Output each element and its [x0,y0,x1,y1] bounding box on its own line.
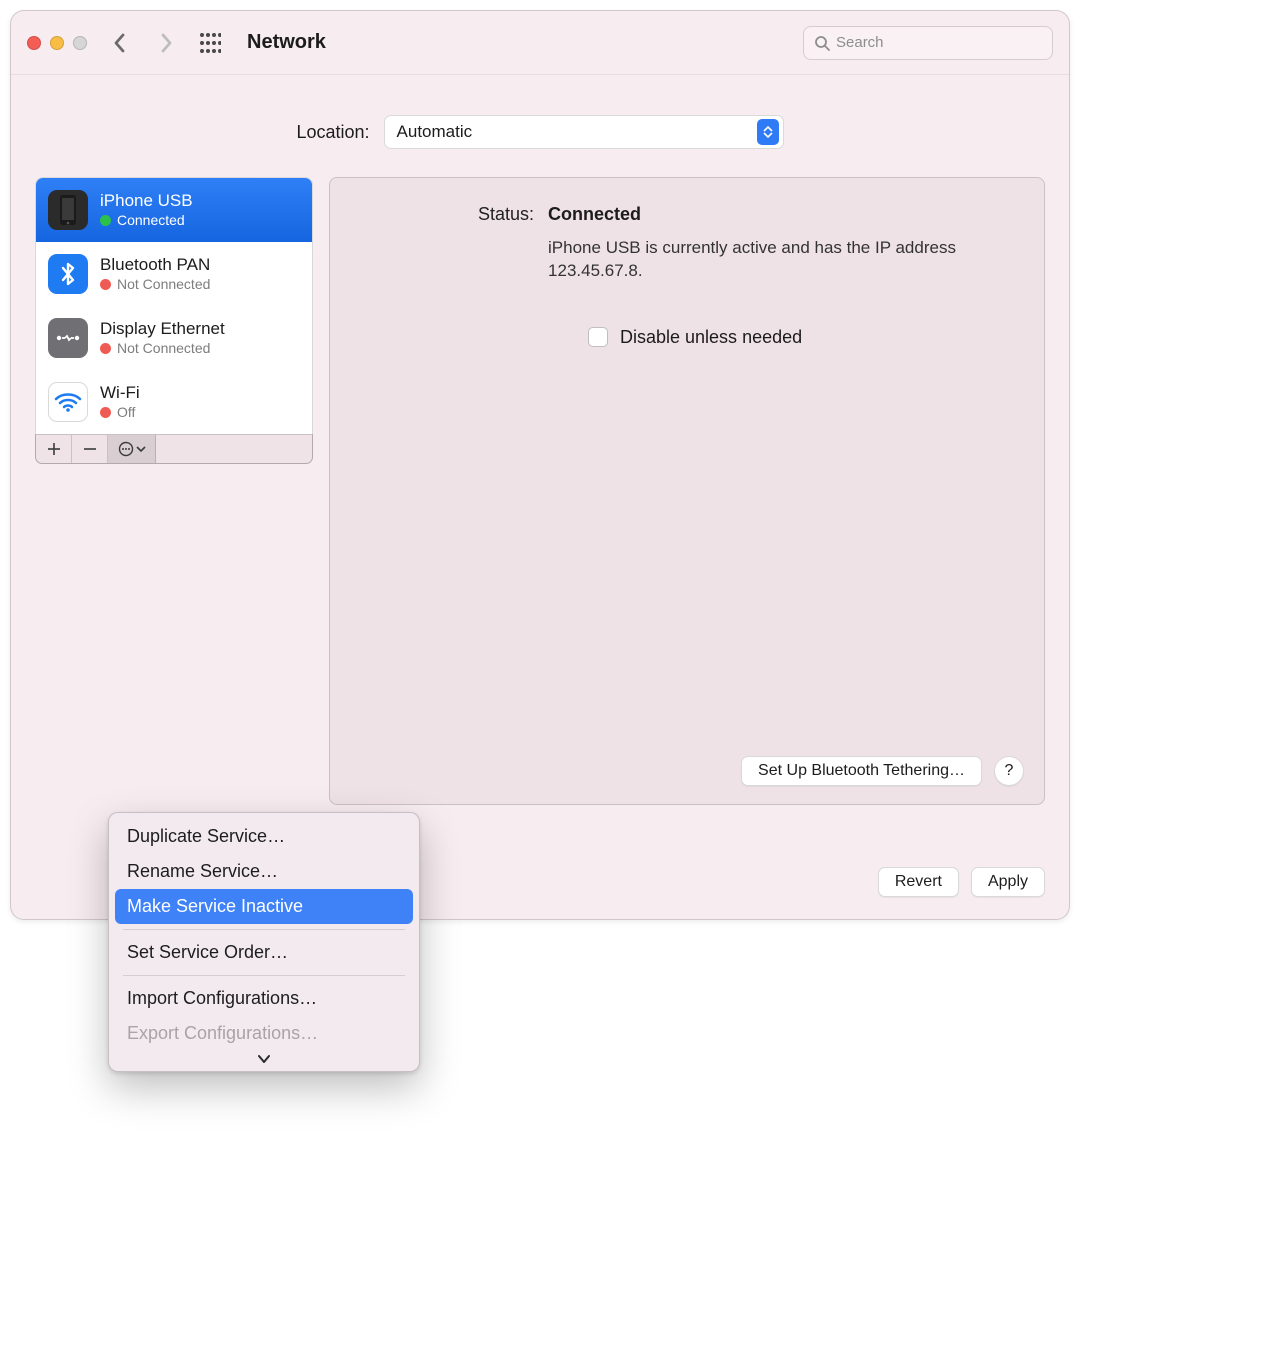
bluetooth-icon [48,254,88,294]
location-label: Location: [296,122,369,143]
help-button[interactable]: ? [994,756,1024,786]
disable-unless-needed-checkbox[interactable] [588,327,608,347]
service-detail-panel: Status: Connected iPhone USB is currentl… [329,177,1045,805]
zoom-icon [73,36,87,50]
service-list: iPhone USBConnectedBluetooth PANNot Conn… [35,177,313,434]
location-row: Location: Automatic [11,75,1069,177]
close-icon[interactable] [27,36,41,50]
menu-item-duplicate-service[interactable]: Duplicate Service… [115,819,413,854]
menu-separator [123,975,405,976]
disable-unless-needed-label: Disable unless needed [620,327,802,348]
status-label: Status: [478,204,534,283]
service-status: Not Connected [117,276,210,293]
setup-bluetooth-tethering-button[interactable]: Set Up Bluetooth Tethering… [741,756,982,786]
show-all-icon[interactable] [199,32,221,54]
titlebar: Network Search [11,11,1069,75]
menu-item-export-configurations: Export Configurations… [115,1016,413,1051]
service-name: Display Ethernet [100,319,225,339]
ethernet-icon [48,318,88,358]
status-description: iPhone USB is currently active and has t… [548,237,968,283]
menu-item-import-configurations[interactable]: Import Configurations… [115,981,413,1016]
search-placeholder: Search [836,34,884,51]
search-icon [814,35,830,51]
remove-service-button[interactable] [72,435,108,463]
service-item-bluetooth-pan[interactable]: Bluetooth PANNot Connected [36,242,312,306]
service-actions-menu: Duplicate Service…Rename Service…Make Se… [108,812,420,1072]
service-status: Not Connected [117,340,210,357]
search-input[interactable]: Search [803,26,1053,60]
window-footer: Revert Apply [878,867,1045,897]
service-item-display-ethernet[interactable]: Display EthernetNot Connected [36,306,312,370]
window-title: Network [247,31,326,54]
service-name: iPhone USB [100,191,193,211]
menu-separator [123,929,405,930]
service-status: Off [117,404,135,421]
add-service-button[interactable] [36,435,72,463]
service-name: Bluetooth PAN [100,255,210,275]
apply-button[interactable]: Apply [971,867,1045,897]
iphone-icon [48,190,88,230]
window-controls [27,36,87,50]
ellipsis-circle-icon [118,441,134,457]
status-dot-icon [100,343,111,354]
minimize-icon[interactable] [50,36,64,50]
status-value: Connected [548,204,968,225]
location-select[interactable]: Automatic [384,115,784,149]
service-name: Wi-Fi [100,383,140,403]
select-arrows-icon [757,119,779,145]
network-preferences-window: Network Search Location: Automatic [10,10,1070,920]
revert-button[interactable]: Revert [878,867,959,897]
menu-item-make-service-inactive[interactable]: Make Service Inactive [115,889,413,924]
menu-overflow-chevron-icon[interactable] [115,1051,413,1065]
service-status: Connected [117,212,185,229]
service-item-iphone-usb[interactable]: iPhone USBConnected [36,178,312,242]
forward-button [153,30,179,56]
chevron-down-icon [136,445,146,453]
status-dot-icon [100,215,111,226]
location-value: Automatic [397,122,473,142]
menu-item-set-service-order[interactable]: Set Service Order… [115,935,413,970]
wifi-icon [48,382,88,422]
back-button[interactable] [107,30,133,56]
menu-item-rename-service[interactable]: Rename Service… [115,854,413,889]
service-list-footer [35,434,313,464]
service-actions-menu-button[interactable] [108,435,156,463]
status-dot-icon [100,407,111,418]
main-content: iPhone USBConnectedBluetooth PANNot Conn… [11,177,1069,817]
status-dot-icon [100,279,111,290]
service-item-wi-fi[interactable]: Wi-FiOff [36,370,312,434]
